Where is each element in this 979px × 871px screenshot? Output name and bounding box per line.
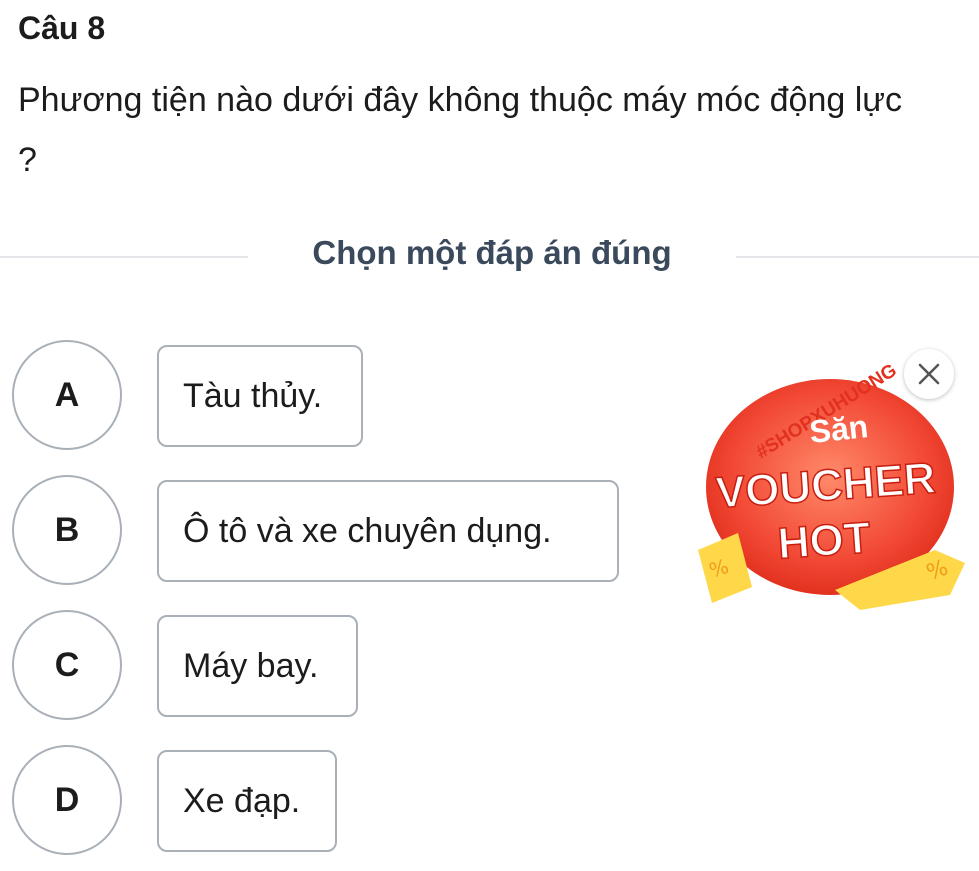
option-a-letter-button[interactable]: A [12,340,122,450]
voucher-promo-banner[interactable]: % % #SHOPXUHUONG Săn VOUCHER HOT [690,345,975,615]
question-number: Câu 8 [18,10,106,46]
instruction-label: Chọn một đáp án đúng [312,234,672,271]
question-text: Phương tiện nào dưới đây không thuộc máy… [18,81,903,179]
option-d-answer-button[interactable]: Xe đạp. [157,750,337,852]
promo-line3: HOT [776,513,872,568]
instruction-divider: Chọn một đáp án đúng [0,228,979,284]
option-d-letter-button[interactable]: D [12,745,122,855]
divider-line-right [736,256,979,258]
close-promo-button[interactable] [904,349,954,399]
divider-line-left [0,256,248,258]
option-b-answer-button[interactable]: Ô tô và xe chuyên dụng. [157,480,619,582]
option-c-letter-button[interactable]: C [12,610,122,720]
quiz-page: Câu 8 Phương tiện nào dưới đây không thu… [0,0,979,871]
option-d-text: Xe đạp. [183,781,301,820]
option-a-answer-button[interactable]: Tàu thủy. [157,345,363,447]
option-b-letter-button[interactable]: B [12,475,122,585]
option-c-answer-button[interactable]: Máy bay. [157,615,358,717]
option-c-text: Máy bay. [183,646,319,685]
option-b-text: Ô tô và xe chuyên dụng. [183,511,552,550]
option-a-text: Tàu thủy. [183,376,323,415]
close-icon [918,363,940,385]
promo-line1: Săn [808,408,870,450]
